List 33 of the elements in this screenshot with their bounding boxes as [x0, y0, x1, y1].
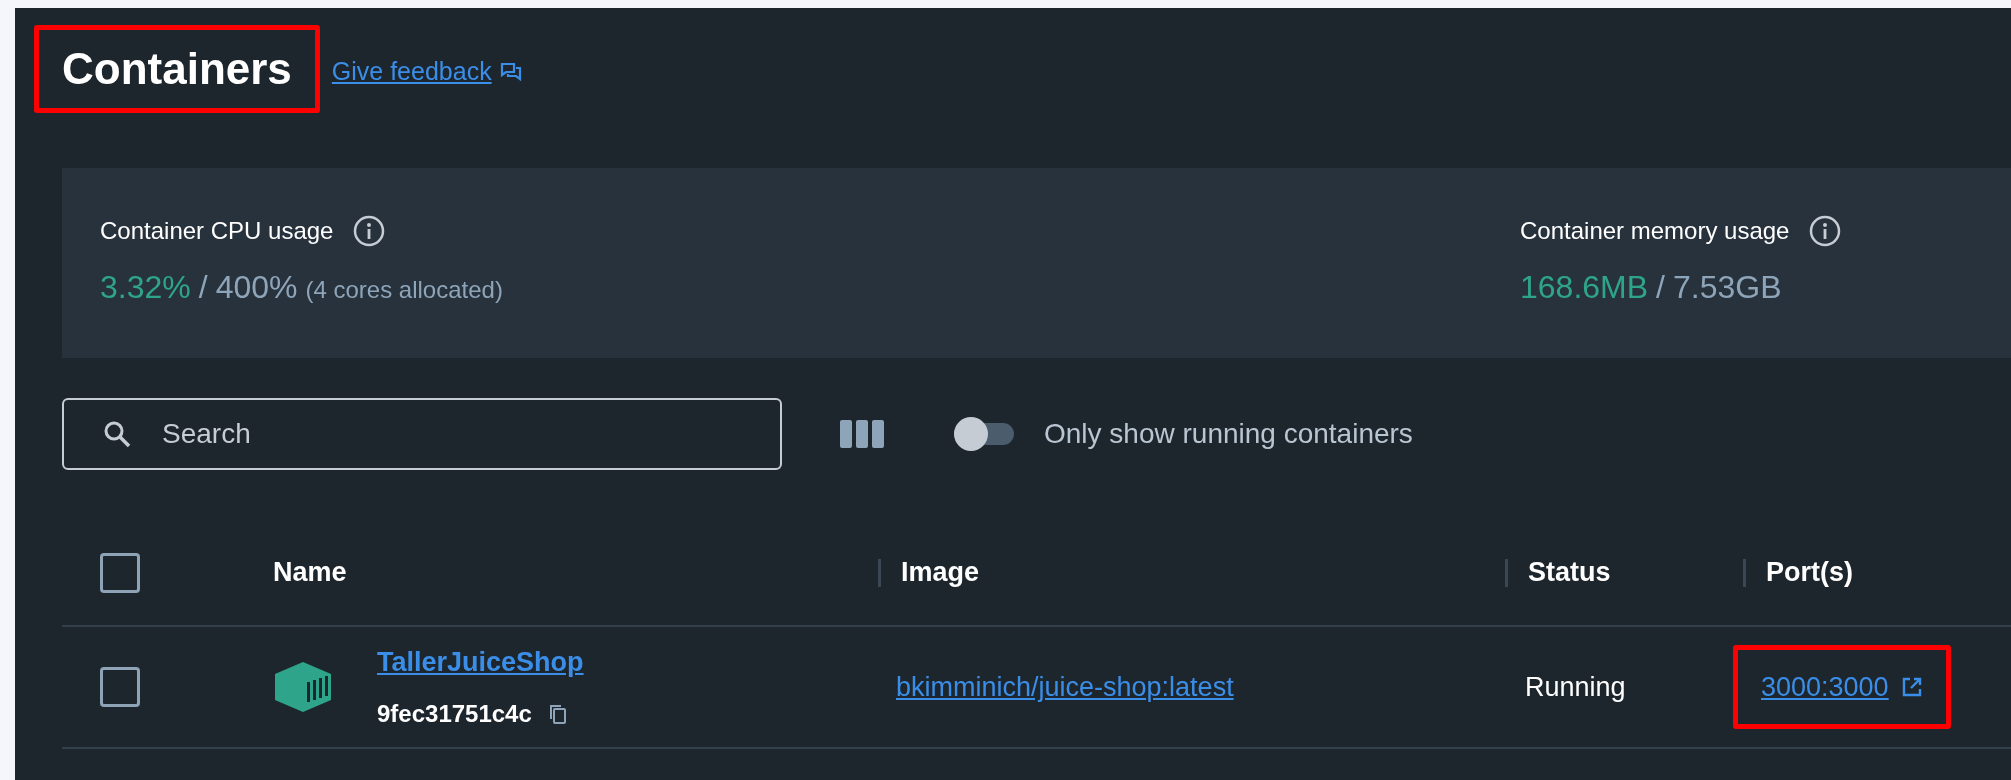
- container-name-link[interactable]: TallerJuiceShop: [377, 641, 584, 683]
- checkbox[interactable]: [100, 552, 140, 593]
- column-header[interactable]: Status: [1528, 552, 1611, 593]
- feedback-link[interactable]: Give feedback: [331, 53, 522, 91]
- stat-total: 7.53GB: [1672, 268, 1782, 307]
- container-id: 9fec31751c4c: [377, 699, 532, 730]
- stat-note: (4 cores allocated): [305, 275, 503, 305]
- stat-used: 3.32%: [100, 268, 191, 307]
- toggle-label: Only show running containers: [1044, 417, 1413, 451]
- info-icon[interactable]: [1809, 215, 1842, 247]
- chat-icon: [499, 62, 522, 82]
- external-link-icon: [1900, 676, 1923, 698]
- status-text: Running: [1525, 671, 1626, 702]
- page-title: Containers: [62, 47, 292, 91]
- columns-icon[interactable]: [840, 418, 884, 450]
- container-icon: [273, 660, 333, 714]
- stat-separator: /: [1656, 268, 1665, 307]
- toggle-switch[interactable]: [954, 417, 1014, 451]
- stat-total: 400%: [215, 268, 298, 307]
- column-header[interactable]: Port(s): [1766, 552, 1853, 593]
- search-icon: [102, 419, 132, 449]
- port-link[interactable]: 3000:3000: [1761, 666, 1923, 708]
- stat-used: 168.6MB: [1520, 268, 1649, 307]
- stat-label: Container memory usage: [1520, 216, 1790, 246]
- checkbox[interactable]: [100, 667, 140, 707]
- stat-separator: /: [198, 268, 208, 307]
- info-icon[interactable]: [353, 215, 386, 247]
- image-link[interactable]: bkimminich/juice-shop:latest: [896, 671, 1234, 702]
- search-field[interactable]: Search: [62, 398, 782, 470]
- copy-icon[interactable]: [547, 703, 568, 726]
- column-header[interactable]: Image: [901, 552, 980, 593]
- stat-label: Container CPU usage: [100, 216, 334, 246]
- column-header[interactable]: Name: [273, 552, 347, 593]
